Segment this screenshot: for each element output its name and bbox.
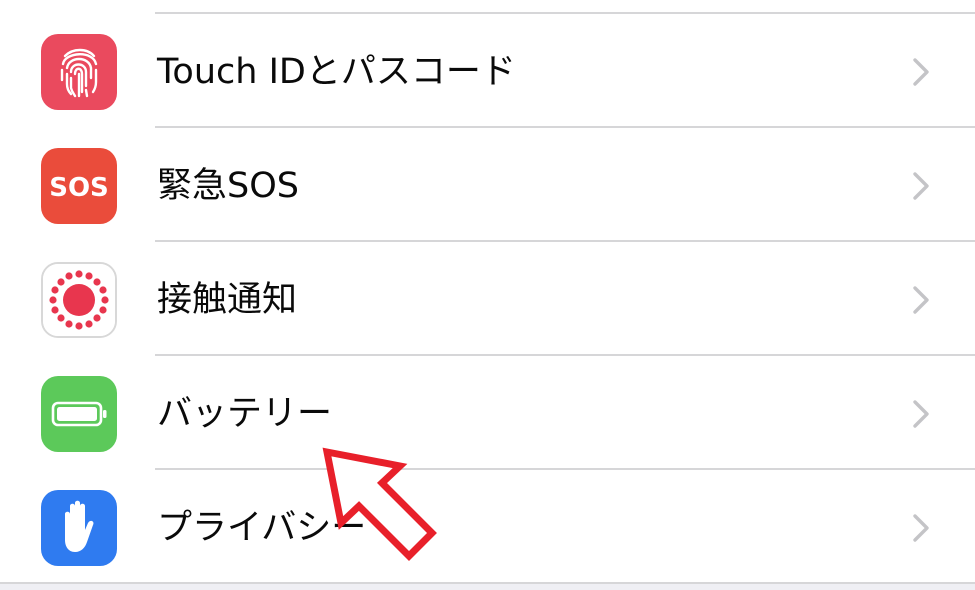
settings-row-emergency-sos[interactable]: SOS 緊急SOS [0, 128, 975, 242]
chevron-right-icon [913, 514, 929, 542]
fingerprint-icon [41, 34, 117, 110]
chevron-right-icon [913, 286, 929, 314]
section-footer [0, 582, 975, 590]
row-label: バッテリー [157, 394, 333, 434]
exposure-notification-icon [41, 262, 117, 338]
row-label: 緊急SOS [157, 166, 299, 206]
sos-icon-text: SOS [49, 173, 109, 203]
battery-icon [41, 376, 117, 452]
settings-row-touch-id[interactable]: Touch IDとパスコード [0, 14, 975, 128]
chevron-right-icon [913, 172, 929, 200]
row-label: Touch IDとパスコード [157, 52, 516, 92]
chevron-right-icon [913, 400, 929, 428]
settings-row-privacy[interactable]: プライバシー [0, 470, 975, 582]
chevron-right-icon [913, 58, 929, 86]
sos-icon: SOS [41, 148, 117, 224]
row-label: 接触通知 [157, 280, 298, 320]
hand-icon [41, 490, 117, 566]
settings-screen: Touch IDとパスコード SOS 緊急SOS 接触通知 バッテリー プライバ… [0, 0, 975, 590]
settings-row-battery[interactable]: バッテリー [0, 356, 975, 470]
row-label: プライバシー [157, 508, 367, 548]
settings-row-exposure-notifications[interactable]: 接触通知 [0, 242, 975, 356]
